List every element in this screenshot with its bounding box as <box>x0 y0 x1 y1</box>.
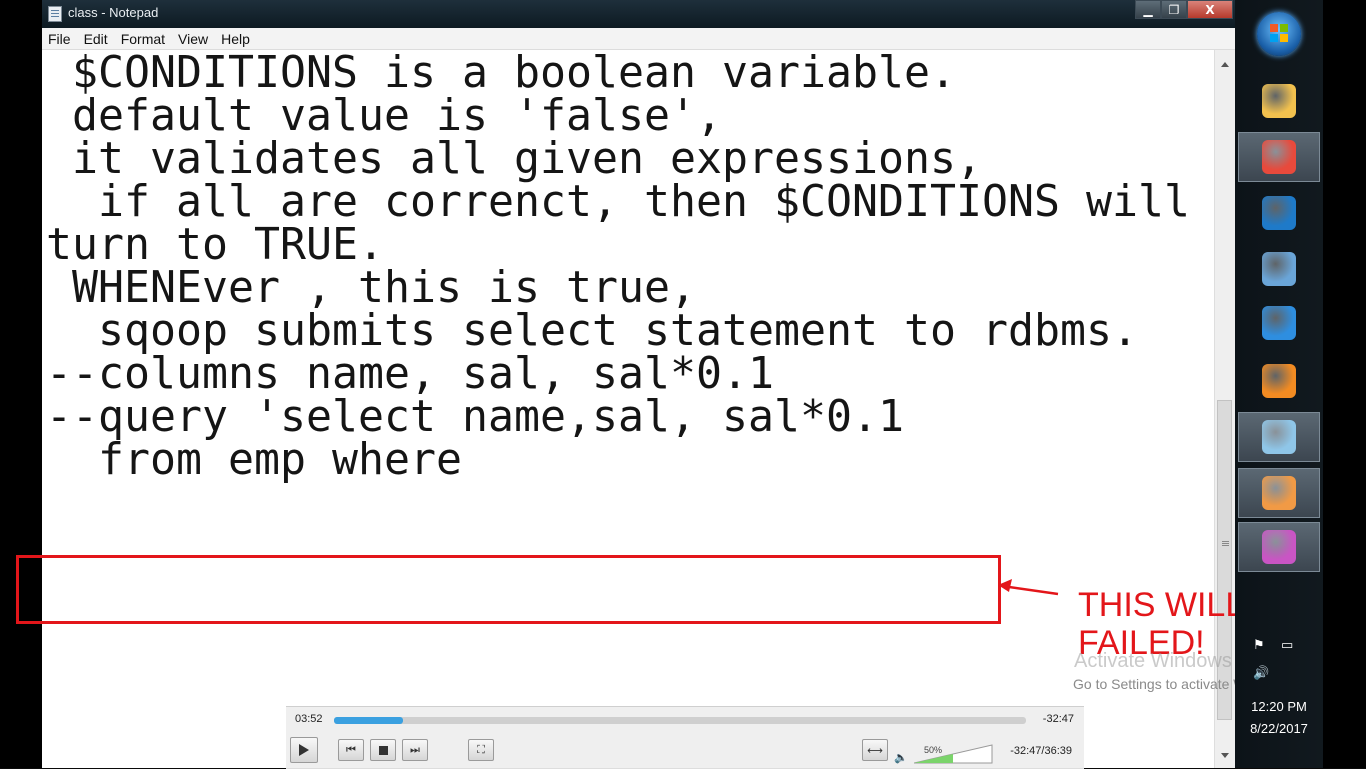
editor-line: it validates all given expressions, <box>46 134 983 184</box>
grip-icon <box>1222 541 1229 542</box>
editor-line: sqoop submits select statement to rdbms. <box>46 306 1139 356</box>
scroll-up-icon[interactable] <box>1221 62 1229 67</box>
arrow-icon <box>998 579 1059 596</box>
taskbar-item[interactable] <box>1238 412 1320 462</box>
taskbar-item[interactable] <box>1238 132 1320 182</box>
start-button[interactable] <box>1257 12 1301 56</box>
system-tray: ⚑ ▭ 🔊 <box>1247 636 1317 686</box>
flag-icon[interactable]: ⚑ <box>1253 638 1265 653</box>
menu-bar: File Edit Format View Help <box>42 28 1235 50</box>
taskbar-item[interactable] <box>1238 244 1320 294</box>
clock-date: 8/22/2017 <box>1250 721 1308 736</box>
editor-line: if all are correnct, then $CONDITIONS wi… <box>46 177 1191 227</box>
loop-icon: ⟷ <box>867 743 883 757</box>
editor-line: from emp where <box>46 435 463 485</box>
play-button[interactable] <box>290 737 318 763</box>
close-button[interactable]: X <box>1187 0 1233 19</box>
title-bar[interactable]: class - Notepad ▁ ❐ X <box>42 0 1235 28</box>
show-desktop-button[interactable] <box>1323 0 1366 768</box>
loop-button[interactable]: ⟷ <box>862 739 888 761</box>
menu-edit[interactable]: Edit <box>78 31 115 47</box>
volume-label: 50% <box>924 745 943 755</box>
image-viewer-icon <box>1262 252 1296 286</box>
previous-button[interactable]: ⏮ <box>338 739 364 761</box>
menu-file[interactable]: File <box>42 31 78 47</box>
editor-content[interactable]: $CONDITIONS is a boolean variable. defau… <box>46 50 1191 485</box>
notepad-icon <box>1262 420 1296 454</box>
video-player-controls: 03:52 -32:47 ⏮ ⏭ ⛶ ⟷ 🔈 50% -32:47/36:39 <box>286 706 1084 769</box>
chrome-icon <box>1262 140 1296 174</box>
explorer-icon <box>1262 84 1296 118</box>
highlight-box <box>16 555 1001 624</box>
network-icon[interactable]: ▭ <box>1281 638 1293 653</box>
minimize-button[interactable]: ▁ <box>1135 0 1161 19</box>
editor-line: default value is 'false', <box>46 91 723 141</box>
virtualbox-icon <box>1262 196 1296 230</box>
next-icon: ⏭ <box>410 743 420 756</box>
notepad-window: class - Notepad ▁ ❐ X File Edit Format V… <box>42 0 1235 768</box>
volume-icon[interactable]: 🔊 <box>1253 666 1269 681</box>
window-buttons: ▁ ❐ X <box>1135 0 1233 20</box>
editor-line: $CONDITIONS is a boolean variable. <box>46 50 957 98</box>
window-title: class - Notepad <box>68 5 159 20</box>
taskbar-item[interactable] <box>1238 298 1320 348</box>
taskbar: ⚑ ▭ 🔊 12:20 PM 8/22/2017 <box>1235 0 1366 768</box>
taskbar-item[interactable] <box>1238 188 1320 238</box>
fullscreen-icon: ⛶ <box>477 743 485 756</box>
notepad-icon <box>48 6 62 22</box>
taskbar-item[interactable] <box>1238 76 1320 126</box>
clock[interactable]: 12:20 PM 8/22/2017 <box>1235 696 1323 740</box>
media-player-icon <box>1262 364 1296 398</box>
activate-windows-title: Activate Windows <box>1074 650 1232 672</box>
seek-progress <box>334 717 404 724</box>
windows-logo-icon <box>1270 24 1288 42</box>
text-editor[interactable]: $CONDITIONS is a boolean variable. defau… <box>42 50 1214 768</box>
menu-view[interactable]: View <box>172 31 215 47</box>
menu-format[interactable]: Format <box>115 31 172 47</box>
desktop-left-strip <box>0 0 42 768</box>
speaker-icon[interactable]: 🔈 <box>894 751 908 764</box>
menu-help[interactable]: Help <box>215 31 257 47</box>
editor-line: --columns name, sal, sal*0.1 <box>46 349 775 399</box>
editor-line: turn to TRUE. <box>46 220 385 270</box>
play-icon <box>299 744 309 756</box>
taskbar-item[interactable] <box>1238 468 1320 518</box>
stop-button[interactable] <box>370 739 396 761</box>
stop-icon <box>378 745 388 755</box>
flower-app-icon <box>1262 476 1296 510</box>
ie-icon <box>1262 306 1296 340</box>
clock-time: 12:20 PM <box>1251 699 1307 714</box>
total-time: -32:47/36:39 <box>1010 745 1072 757</box>
taskbar-item[interactable] <box>1238 522 1320 572</box>
maximize-button[interactable]: ❐ <box>1161 0 1187 19</box>
editor-line: --query 'select name,sal, sal*0.1 <box>46 392 905 442</box>
fullscreen-button[interactable]: ⛶ <box>468 739 494 761</box>
next-button[interactable]: ⏭ <box>402 739 428 761</box>
seek-bar[interactable] <box>334 717 1026 724</box>
taskbar-item[interactable] <box>1238 356 1320 406</box>
elapsed-time: 03:52 <box>295 713 323 725</box>
scroll-down-icon[interactable] <box>1221 753 1229 758</box>
editor-line: WHENEver , this is true, <box>46 263 697 313</box>
remaining-time: -32:47 <box>1042 713 1074 725</box>
flower-app-2-icon <box>1262 530 1296 564</box>
previous-icon: ⏮ <box>346 743 356 756</box>
